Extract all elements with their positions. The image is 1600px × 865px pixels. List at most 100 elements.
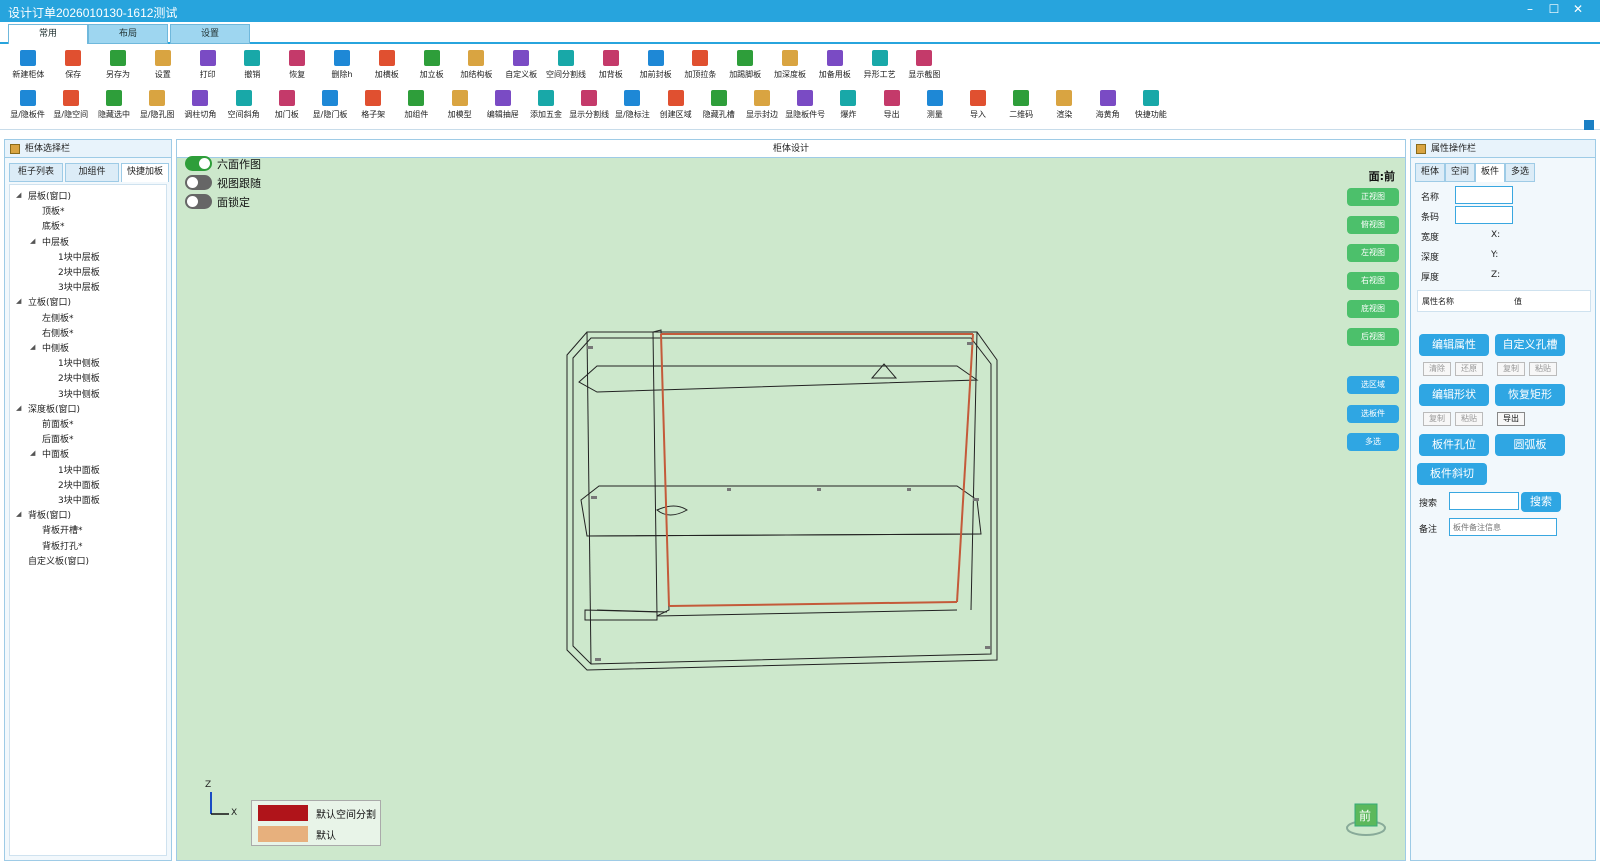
tree-item[interactable]: 底板* (42, 219, 65, 232)
tree-item[interactable]: 中侧板 (42, 341, 69, 354)
tree-item[interactable]: 1块中层板 (58, 250, 100, 263)
tree-item[interactable]: 顶板* (42, 204, 65, 217)
shape-paste-button[interactable]: 粘贴 (1455, 412, 1483, 426)
barcode-input[interactable] (1455, 206, 1513, 224)
tree-item[interactable]: 2块中面板 (58, 478, 100, 491)
undo-button[interactable]: 撤销 (230, 46, 275, 88)
shape-copy-button[interactable]: 复制 (1423, 412, 1451, 426)
tab-space[interactable]: 空间 (1445, 163, 1475, 182)
show-edge-button[interactable]: 显示封边 (740, 86, 783, 128)
redo-button[interactable]: 恢复 (275, 46, 320, 88)
tree-expander[interactable]: ◢ (16, 297, 21, 305)
select-region-button[interactable]: 选区域 (1347, 376, 1399, 394)
arc-board-button[interactable]: 圆弧板 (1495, 434, 1565, 456)
tree-item[interactable]: 立板(窗口) (28, 295, 71, 308)
qrcode-button[interactable]: 二维码 (1000, 86, 1043, 128)
tree-item[interactable]: 左侧板* (42, 311, 74, 324)
tab-add-component[interactable]: 加组件 (65, 163, 119, 182)
restore-rect-button[interactable]: 恢复矩形 (1495, 384, 1565, 406)
tree-item[interactable]: 右侧板* (42, 326, 74, 339)
corner-button[interactable]: 海黄角 (1086, 86, 1129, 128)
tree-item[interactable]: 1块中侧板 (58, 356, 100, 369)
tree-expander[interactable]: ◢ (30, 237, 35, 245)
paste-button[interactable]: 粘贴 (1529, 362, 1557, 376)
save-button[interactable]: 保存 (51, 46, 96, 88)
add-back-board-button[interactable]: 加背板 (588, 46, 633, 88)
tree-item[interactable]: 3块中面板 (58, 493, 100, 506)
tree-item[interactable]: 后面板* (42, 432, 74, 445)
edit-shape-button[interactable]: 编辑形状 (1419, 384, 1489, 406)
add-door-button[interactable]: 加门板 (265, 86, 308, 128)
print-button[interactable]: 打印 (185, 46, 230, 88)
add-vertical-board-button[interactable]: 加立板 (409, 46, 454, 88)
tree-item[interactable]: 中面板 (42, 447, 69, 460)
tree-item[interactable]: 前面板* (42, 417, 74, 430)
tab-quick-add-board[interactable]: 快捷加板 (121, 163, 169, 182)
front-view-button[interactable]: 正视图 (1347, 188, 1399, 206)
tab-settings[interactable]: 设置 (170, 24, 250, 44)
tree-expander[interactable]: ◢ (16, 191, 21, 199)
toggle-space-button[interactable]: 显/隐空间 (49, 86, 92, 128)
tree-item[interactable]: 2块中侧板 (58, 371, 100, 384)
tree-expander[interactable]: ◢ (16, 404, 21, 412)
tree-item[interactable]: 层板(窗口) (28, 189, 71, 202)
close-button[interactable]: ✕ (1567, 2, 1589, 16)
tree-expander[interactable]: ◢ (16, 510, 21, 518)
custom-slot-button[interactable]: 自定义孔槽 (1495, 334, 1565, 356)
edit-drawer-button[interactable]: 编辑抽屉 (481, 86, 524, 128)
clear-button[interactable]: 清除 (1423, 362, 1451, 376)
board-bevel-button[interactable]: 板件斜切 (1417, 463, 1487, 485)
tree-item[interactable]: 背板打孔* (42, 539, 83, 552)
tree-item[interactable]: 中层板 (42, 235, 69, 248)
cabinet-design-viewport[interactable]: 柜体设计 六面作图 视图跟随 面锁定 面:前 正视图 俯视图 左视图 右视图 底… (176, 139, 1406, 861)
toggle-dimensions-button[interactable]: 显/隐标注 (611, 86, 654, 128)
left-view-button[interactable]: 左视图 (1347, 244, 1399, 262)
add-depth-board-button[interactable]: 加深度板 (768, 46, 813, 88)
show-divider-button[interactable]: 显示分割线 (568, 86, 611, 128)
maximize-button[interactable]: ☐ (1543, 2, 1565, 16)
copy-button[interactable]: 复制 (1497, 362, 1525, 376)
space-divider-button[interactable]: 空间分割线 (544, 46, 589, 88)
measure-button[interactable]: 测量 (913, 86, 956, 128)
save-as-button[interactable]: 另存为 (96, 46, 141, 88)
custom-board-button[interactable]: 自定义板 (499, 46, 544, 88)
add-top-strip-button[interactable]: 加顶拉条 (678, 46, 723, 88)
render-button[interactable]: 渲染 (1043, 86, 1086, 128)
import-button[interactable]: 导入 (956, 86, 999, 128)
view-follow-toggle[interactable] (185, 175, 212, 190)
right-view-button[interactable]: 右视图 (1347, 272, 1399, 290)
explode-button[interactable]: 爆炸 (827, 86, 870, 128)
name-input[interactable] (1455, 186, 1513, 204)
tree-item[interactable]: 3块中侧板 (58, 387, 100, 400)
cabinet-wireframe[interactable] (557, 320, 1037, 690)
tree-item[interactable]: 背板(窗口) (28, 508, 71, 521)
tab-board[interactable]: 板件 (1475, 163, 1505, 182)
select-board-button[interactable]: 选板件 (1347, 405, 1399, 423)
hide-slots-button[interactable]: 隐藏孔槽 (697, 86, 740, 128)
add-horizontal-board-button[interactable]: 加横板 (364, 46, 409, 88)
tree-item[interactable]: 3块中层板 (58, 280, 100, 293)
export-button[interactable]: 导出 (870, 86, 913, 128)
tree-item[interactable]: 1块中面板 (58, 463, 100, 476)
tree-expander[interactable]: ◢ (30, 343, 35, 351)
tab-common[interactable]: 常用 (8, 24, 88, 44)
add-kickboard-button[interactable]: 加踢脚板 (723, 46, 768, 88)
six-face-toggle[interactable] (185, 156, 212, 171)
new-cabinet-button[interactable]: 新建柜体 (6, 46, 51, 88)
add-structure-board-button[interactable]: 加结构板 (454, 46, 499, 88)
tab-multi[interactable]: 多选 (1505, 163, 1535, 182)
settings-button[interactable]: 设置 (140, 46, 185, 88)
edit-properties-button[interactable]: 编辑属性 (1419, 334, 1489, 356)
tree-item[interactable]: 背板开槽* (42, 523, 83, 536)
add-model-button[interactable]: 加模型 (438, 86, 481, 128)
back-view-button[interactable]: 后视图 (1347, 328, 1399, 346)
view-cube[interactable]: 前 (1345, 798, 1387, 838)
add-spare-board-button[interactable]: 加备用板 (812, 46, 857, 88)
minimize-button[interactable]: – (1519, 2, 1541, 16)
tab-layout[interactable]: 布局 (88, 24, 168, 44)
tab-cabinet-list[interactable]: 柜子列表 (9, 163, 63, 182)
restore-button[interactable]: 还原 (1455, 362, 1483, 376)
quick-function-button[interactable]: 快捷功能 (1129, 86, 1172, 128)
space-bevel-button[interactable]: 空间斜角 (222, 86, 265, 128)
export-button[interactable]: 导出 (1497, 412, 1525, 426)
